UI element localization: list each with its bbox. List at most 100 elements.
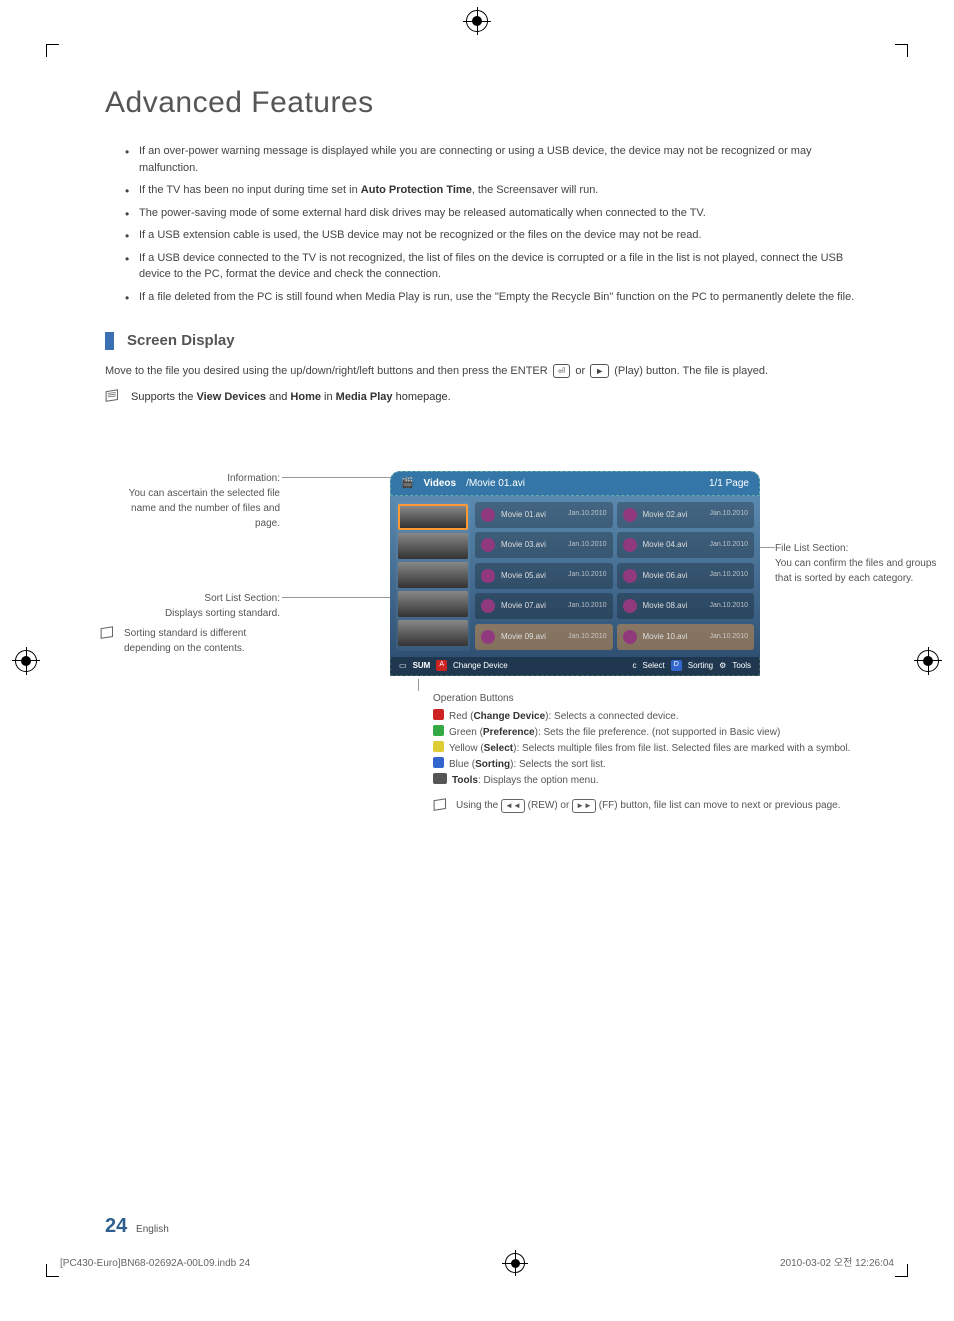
leader-line [282, 477, 392, 478]
timestamp-meta: 2010-03-02 오전 12:26:04 [780, 1256, 894, 1271]
bullet-list: If an over-power warning message is disp… [125, 143, 856, 305]
tools-icon [433, 773, 447, 784]
note-icon [105, 389, 123, 403]
diagram: Information: You can ascertain the selec… [105, 471, 856, 731]
reel-icon [481, 569, 495, 583]
file-name: Movie 08.avi [643, 600, 688, 612]
tools-label: Tools [732, 660, 751, 672]
file-name: Movie 05.avi [501, 570, 546, 582]
a-button[interactable]: A [436, 660, 447, 671]
file-date: Jan.10.2010 [709, 540, 748, 551]
file-item[interactable]: Movie 08.avi Jan.10.2010 [617, 593, 755, 619]
text: (REW) or [528, 800, 572, 811]
file-item[interactable]: Movie 10.avi Jan.10.2010 [617, 624, 755, 650]
reel-icon [481, 630, 495, 644]
callout-information: Information: You can ascertain the selec… [105, 471, 280, 531]
callout-body: You can ascertain the selected file name… [129, 488, 280, 529]
note-icon [100, 626, 118, 640]
registration-mark [15, 650, 37, 672]
select-label: Select [642, 660, 664, 672]
file-name: Movie 03.avi [501, 539, 546, 551]
file-date: Jan.10.2010 [709, 509, 748, 520]
list-item: If the TV has been no input during time … [125, 182, 856, 199]
mockup-header: 🎬 Videos /Movie 01.avi 1/1 Page [390, 471, 760, 496]
reel-icon [623, 630, 637, 644]
sum-label: SUM [413, 660, 431, 672]
enter-icon: ⏎ [553, 364, 571, 378]
file-item[interactable]: Movie 02.aviJan.10.2010 [617, 502, 755, 528]
reel-icon [623, 508, 637, 522]
section-header: Screen Display [105, 330, 856, 353]
paragraph: Move to the file you desired using the u… [105, 363, 856, 380]
list-item: If a USB device connected to the TV is n… [125, 250, 856, 283]
operation-note: Using the ◄◄ (REW) or ►► (FF) button, fi… [433, 798, 850, 813]
crop-mark [46, 44, 59, 57]
file-name: Movie 10.avi [643, 631, 688, 643]
play-icon: ► [590, 364, 609, 378]
mockup-body: Movie 01.aviJan.10.2010Movie 02.aviJan.1… [390, 496, 760, 657]
file-item[interactable]: Movie 07.aviJan.10.2010 [475, 593, 613, 619]
crop-mark [895, 44, 908, 57]
callout-body: Displays sorting standard. [165, 608, 280, 619]
callout-sort-note: Sorting standard is different depending … [100, 626, 282, 656]
callout-head: Sort List Section: [204, 593, 280, 604]
reel-icon [623, 538, 637, 552]
section-accent [105, 332, 114, 350]
registration-mark [917, 650, 939, 672]
callout-body: You can confirm the files and groups tha… [775, 558, 936, 584]
op-text: Yellow (Select): Selects multiple files … [449, 741, 850, 756]
page-indicator: 1/1 Page [709, 476, 749, 491]
file-date: Jan.10.2010 [709, 570, 748, 581]
page-footer: 24 English [105, 1211, 169, 1241]
registration-mark [466, 10, 488, 32]
sort-thumb[interactable] [398, 504, 468, 530]
operation-buttons-block: Operation Buttons Red (Change Device): S… [433, 691, 850, 813]
video-icon: 🎬 [401, 476, 413, 491]
a-label: Change Device [453, 660, 508, 672]
text: or [575, 365, 588, 377]
category-label: Videos [423, 476, 456, 491]
note-icon [433, 798, 451, 812]
text: Move to the file you desired using the u… [105, 365, 548, 377]
registration-mark [505, 1253, 525, 1273]
file-name: Movie 07.avi [501, 600, 546, 612]
text: (FF) button, file list can move to next … [599, 800, 841, 811]
leader-line [282, 597, 392, 598]
op-text: Red (Change Device): Selects a connected… [449, 709, 679, 724]
leader-line [418, 679, 419, 691]
sort-thumb[interactable] [398, 533, 468, 559]
reel-icon [481, 508, 495, 522]
list-item: If a USB extension cable is used, the US… [125, 227, 856, 244]
text: Using the [456, 800, 501, 811]
file-item[interactable]: Movie 01.aviJan.10.2010 [475, 502, 613, 528]
callout-head: Information: [227, 473, 280, 484]
sort-thumb[interactable] [398, 620, 468, 646]
reel-icon [623, 569, 637, 583]
file-date: Jan.10.2010 [709, 601, 748, 612]
file-date: Jan.10.2010 [709, 632, 748, 643]
sort-column [396, 502, 470, 651]
file-item[interactable]: Movie 05.aviJan.10.2010 [475, 563, 613, 589]
operation-header: Operation Buttons [433, 691, 850, 706]
print-meta-footer: [PC430-Euro]BN68-02692A-00L09.indb 24 20… [60, 1253, 894, 1273]
file-item[interactable]: Movie 03.avi Jan.10.2010 [475, 532, 613, 558]
list-item: If a file deleted from the PC is still f… [125, 289, 856, 306]
file-item[interactable]: Movie 04.avi Jan.10.2010 [617, 532, 755, 558]
yellow-c-icon [433, 741, 444, 752]
sort-thumb[interactable] [398, 562, 468, 588]
file-name: Movie 04.avi [643, 539, 688, 551]
text: (Play) button. The file is played. [614, 365, 768, 377]
sort-thumb[interactable] [398, 591, 468, 617]
file-name: Movie 09.avi [501, 631, 546, 643]
page-number: 24 [105, 1215, 127, 1237]
ff-icon: ►► [572, 799, 596, 813]
op-text: Green (Preference): Sets the file prefer… [449, 725, 780, 740]
file-meta: [PC430-Euro]BN68-02692A-00L09.indb 24 [60, 1256, 250, 1271]
leader-line [760, 547, 775, 548]
rew-icon: ◄◄ [501, 799, 525, 813]
file-item[interactable]: Movie 09.aviJan.10.2010 [475, 624, 613, 650]
d-button[interactable]: D [671, 660, 682, 671]
file-date: Jan.10.2010 [568, 540, 607, 551]
file-item[interactable]: Movie 06.aviJan.10.2010 [617, 563, 755, 589]
mockup-footer: ▭ SUM A Change Device c Select D Sorting… [390, 657, 760, 676]
